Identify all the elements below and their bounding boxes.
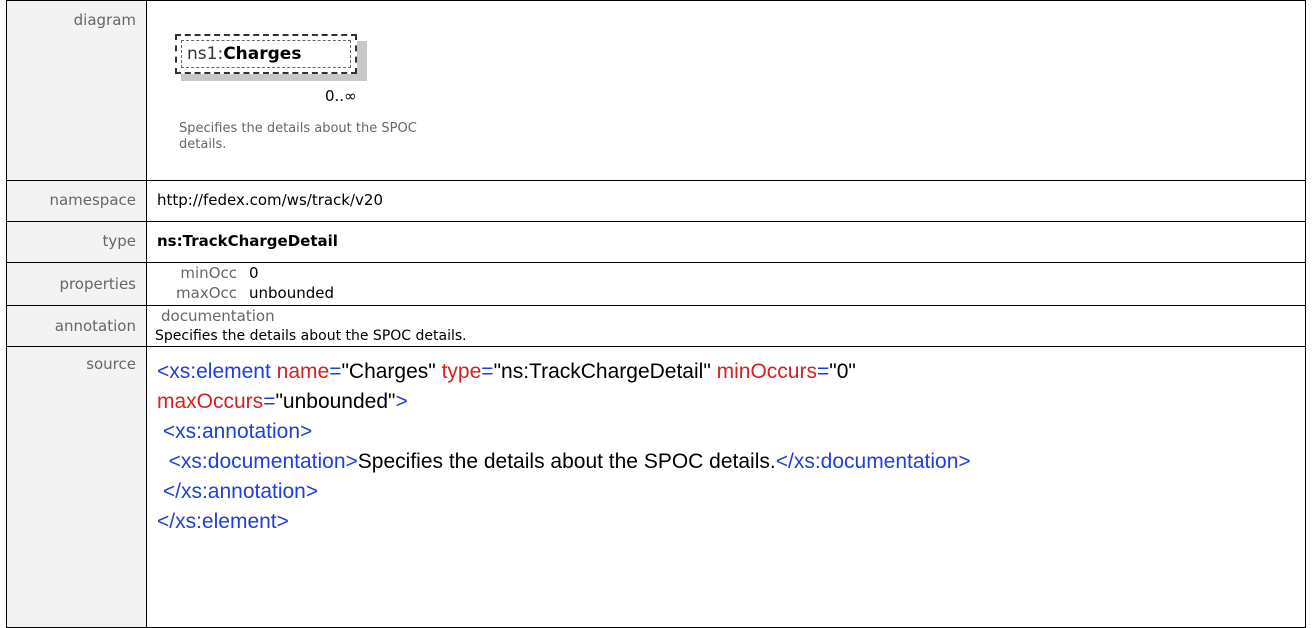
source-row: source <xs:element name="Charges" type="… <box>6 346 1306 628</box>
namespace-label: namespace <box>49 191 136 209</box>
annotation-value-cell: documentation Specifies the details abou… <box>146 305 1306 347</box>
element-box[interactable]: ns1:Charges <box>175 34 357 74</box>
attr-minoccurs-value: "0" <box>829 360 856 383</box>
source-line-3: <xs:annotation> <box>157 417 1305 447</box>
documentation-text: Specifies the details about the SPOC det… <box>357 450 776 473</box>
diagram-label-cell: diagram <box>6 0 147 181</box>
source-label-cell: source <box>6 346 147 628</box>
type-value-cell: ns:TrackChargeDetail <box>146 221 1306 263</box>
attr-name-value: "Charges" <box>341 360 436 383</box>
type-label: type <box>102 232 136 250</box>
namespace-row: namespace http://fedex.com/ws/track/v20 <box>6 180 1306 222</box>
properties-label: properties <box>59 275 136 293</box>
source-line-5: </xs:annotation> <box>157 477 1305 507</box>
namespace-value: http://fedex.com/ws/track/v20 <box>157 191 384 209</box>
namespace-value-cell: http://fedex.com/ws/track/v20 <box>146 180 1306 222</box>
element-open-close-bracket: > <box>395 390 408 413</box>
annotation-label: annotation <box>54 317 136 335</box>
diagram-documentation: Specifies the details about the SPOC det… <box>179 121 417 152</box>
attr-name: name <box>276 360 330 383</box>
type-label-cell: type <box>6 221 147 263</box>
diagram-cell: ns1:Charges 0..∞ Specifies the details a… <box>146 0 1306 181</box>
diagram-label: diagram <box>73 11 136 29</box>
source-line-4: <xs:documentation>Specifies the details … <box>157 447 1305 477</box>
properties-row: properties minOcc 0 maxOcc unbounded <box>6 262 1306 306</box>
documentation-open-bracket: > <box>345 450 358 473</box>
maxocc-value: unbounded <box>249 284 334 302</box>
element-close-tag: </xs:element> <box>157 510 289 533</box>
element-box-label: ns1:Charges <box>187 44 301 64</box>
attr-minoccurs: minOccurs <box>716 360 817 383</box>
source-code: <xs:element name="Charges" type="ns:Trac… <box>157 347 1305 537</box>
element-prefix: ns1: <box>187 44 224 64</box>
source-label: source <box>86 355 136 373</box>
maxocc-key: maxOcc <box>176 284 237 302</box>
annotation-key: documentation <box>161 307 275 325</box>
source-line-2: maxOccurs="unbounded"> <box>157 390 408 413</box>
source-line-6: </xs:element> <box>157 507 1305 537</box>
attr-type-value: "ns:TrackChargeDetail" <box>493 360 711 383</box>
source-value-cell: <xs:element name="Charges" type="ns:Trac… <box>146 346 1306 628</box>
annotation-row: annotation documentation Specifies the d… <box>6 305 1306 347</box>
type-link[interactable]: ns:TrackChargeDetail <box>157 222 1305 250</box>
attr-maxoccurs: maxOccurs <box>157 390 264 413</box>
documentation-open-tag: <xs:documentation <box>168 450 346 473</box>
element-name: Charges <box>223 44 302 64</box>
element-doc-table: diagram ns1:Charges 0..∞ Specifies the d… <box>6 0 1306 628</box>
annotation-label-cell: annotation <box>6 305 147 347</box>
occurrence-label: 0..∞ <box>325 87 357 105</box>
properties-label-cell: properties <box>6 262 147 306</box>
element-diagram: ns1:Charges 0..∞ Specifies the details a… <box>147 1 1305 180</box>
annotation-open-tag: <xs:annotation> <box>162 420 313 443</box>
attr-type: type <box>441 360 482 383</box>
minocc-key: minOcc <box>180 264 237 282</box>
minocc-value: 0 <box>249 264 259 282</box>
properties-value-cell: minOcc 0 maxOcc unbounded <box>146 262 1306 306</box>
annotation-close-tag: </xs:annotation> <box>162 480 319 503</box>
diagram-row: diagram ns1:Charges 0..∞ Specifies the d… <box>6 0 1306 181</box>
attr-maxoccurs-value: "unbounded" <box>275 390 396 413</box>
namespace-label-cell: namespace <box>6 180 147 222</box>
source-line-1: <xs:element name="Charges" type="ns:Trac… <box>157 360 856 383</box>
type-row: type ns:TrackChargeDetail <box>6 221 1306 263</box>
element-open-tag: <xs:element <box>157 360 271 383</box>
documentation-close-tag: </xs:documentation> <box>775 450 971 473</box>
annotation-value: Specifies the details about the SPOC det… <box>155 328 467 344</box>
properties-grid: minOcc 0 maxOcc unbounded <box>147 263 1305 303</box>
